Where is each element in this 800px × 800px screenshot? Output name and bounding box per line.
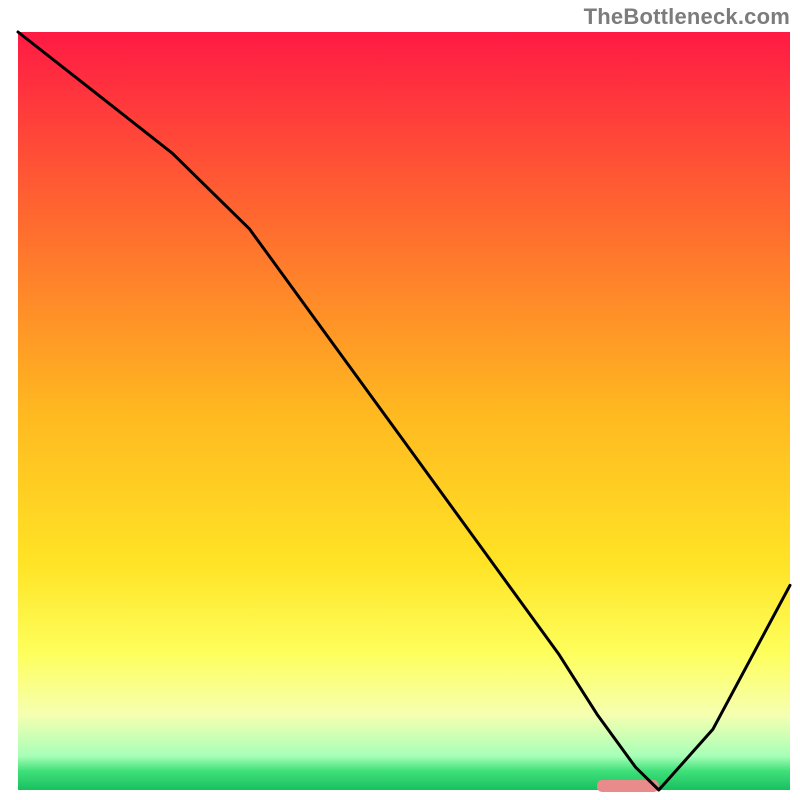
- heatmap-background: [18, 32, 790, 790]
- bottleneck-chart: TheBottleneck.com: [0, 0, 800, 800]
- chart-svg: [0, 0, 800, 800]
- watermark-text: TheBottleneck.com: [584, 4, 790, 30]
